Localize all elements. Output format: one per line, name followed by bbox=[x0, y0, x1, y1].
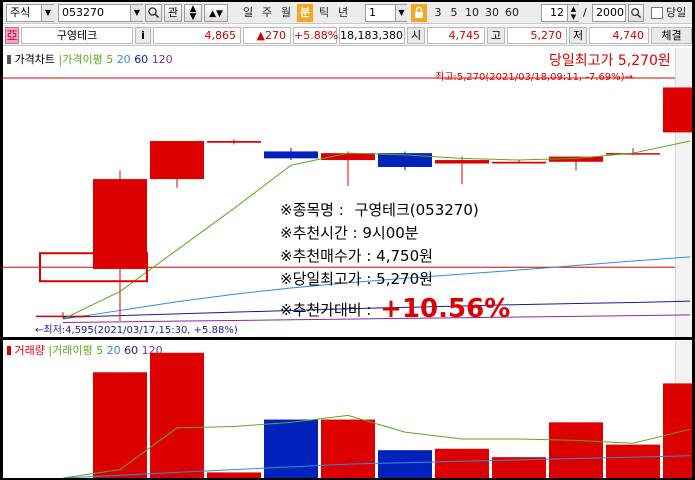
rec-day-high: ※당일최고가 : 5,270원 bbox=[280, 268, 433, 289]
volume-bar bbox=[321, 419, 375, 478]
low-label: 저 bbox=[569, 27, 587, 44]
slash-separator: / bbox=[583, 6, 587, 19]
candle-body bbox=[36, 315, 90, 318]
rec-ratio-value: +10.56% bbox=[380, 294, 511, 324]
chevron-down-icon[interactable]: ▼ bbox=[130, 5, 143, 21]
today-checkbox-label: 당일 bbox=[666, 6, 687, 19]
watchlist-button[interactable]: 관 bbox=[164, 4, 182, 22]
rec-buy-price: ※추천매수가 : 4,750원 bbox=[280, 245, 433, 266]
quick-interval-60[interactable]: 60 bbox=[503, 4, 521, 22]
high-label: 고 bbox=[487, 27, 505, 44]
trade-button[interactable]: 체결 bbox=[651, 27, 692, 44]
quote-bar: 亞 구영테크 i 4,865 ▲270 +5.88% 18,183,380 시 … bbox=[3, 25, 692, 46]
search-button[interactable] bbox=[628, 4, 644, 22]
current-price: 4,865 bbox=[153, 27, 241, 44]
magnifier-icon bbox=[631, 8, 642, 19]
updown-spinner[interactable]: ▲ ▼ bbox=[184, 4, 202, 22]
volume-value: 18,183,380 bbox=[339, 27, 405, 44]
rec-time: ※추천시간 : 9시00분 bbox=[280, 222, 419, 243]
stepper-arrows-icon[interactable]: ▲ ▼ bbox=[567, 5, 579, 21]
info-button[interactable]: i bbox=[135, 27, 151, 44]
candle-body bbox=[150, 141, 204, 180]
rec-stock-name-label: ※종목명 : bbox=[280, 201, 344, 219]
rec-buy-label: ※추천매수가 : bbox=[280, 247, 372, 265]
volume-bar bbox=[207, 472, 261, 478]
candle-body bbox=[492, 161, 546, 164]
volume-bar bbox=[663, 383, 692, 478]
period-year[interactable]: 년 bbox=[335, 4, 351, 22]
market-select-value: 주식 bbox=[10, 6, 31, 19]
period-day[interactable]: 일 bbox=[240, 4, 256, 22]
rec-high-value: 5,270원 bbox=[376, 270, 433, 288]
volume-bar bbox=[549, 422, 603, 478]
chart-window: 주식 ▼ 053270 ▼ 관 ▲ ▼ ▲▼ 일 주 월 분 틱 년 1 ▼ 3… bbox=[3, 2, 692, 478]
candle-body bbox=[93, 179, 147, 269]
candle-body bbox=[264, 151, 318, 159]
chevron-down-icon[interactable]: ▼ bbox=[395, 5, 407, 21]
stock-name-field[interactable]: 구영테크 bbox=[21, 27, 133, 44]
candle-body bbox=[435, 160, 489, 164]
open-value: 4,745 bbox=[427, 27, 485, 44]
chart-toolbar: 주식 ▼ 053270 ▼ 관 ▲ ▼ ▲▼ 일 주 월 분 틱 년 1 ▼ 3… bbox=[3, 2, 692, 24]
rec-stock-name-value: 구영테크(053270) bbox=[354, 201, 479, 219]
volume-bar bbox=[606, 444, 660, 478]
chevron-down-icon[interactable]: ▼ bbox=[41, 5, 54, 21]
bars-input[interactable]: 2000 bbox=[592, 4, 626, 22]
rec-high-label: ※당일최고가 : bbox=[280, 270, 372, 288]
rec-stock-name: ※종목명 : 구영테크(053270) bbox=[280, 199, 479, 220]
bars-input-value: 2000 bbox=[596, 6, 624, 19]
rec-ratio: ※추천가대비 : +10.56% bbox=[280, 294, 510, 325]
stock-group-icon[interactable]: 亞 bbox=[5, 27, 19, 44]
rec-time-value: 9시00분 bbox=[362, 224, 419, 242]
low-annotation: ←최저:4,595(2021/03/17,15:30, +5.88%) bbox=[35, 325, 238, 336]
count-stepper-value: 12 bbox=[550, 6, 564, 19]
interval-select-value: 1 bbox=[369, 6, 376, 19]
chevron-down-icon[interactable]: ▲▼ bbox=[204, 4, 228, 22]
rec-buy-value: 4,750원 bbox=[376, 247, 433, 265]
rec-ratio-label: ※추천가대비 : bbox=[280, 301, 372, 319]
search-button[interactable] bbox=[145, 4, 162, 22]
candle-body bbox=[207, 141, 261, 143]
lock-icon[interactable] bbox=[411, 4, 427, 22]
change-percent: +5.88% bbox=[293, 27, 339, 44]
code-input-value: 053270 bbox=[62, 6, 104, 19]
period-tick[interactable]: 틱 bbox=[316, 4, 332, 22]
chart-area: 가격차트 |가격이평 5 20 60 120 당일최고가 5,270원 최고:5… bbox=[3, 48, 692, 478]
volume-bar bbox=[264, 419, 318, 478]
volume-chart bbox=[62, 352, 692, 478]
quick-interval-3[interactable]: 3 bbox=[431, 4, 445, 22]
open-label: 시 bbox=[407, 27, 425, 44]
volume-bar bbox=[93, 372, 147, 478]
quick-interval-5[interactable]: 5 bbox=[447, 4, 461, 22]
low-value: 4,740 bbox=[589, 27, 649, 44]
quick-interval-10[interactable]: 10 bbox=[463, 4, 481, 22]
period-month[interactable]: 월 bbox=[278, 4, 294, 22]
quick-interval-30[interactable]: 30 bbox=[483, 4, 501, 22]
volume-bar bbox=[435, 448, 489, 478]
period-week[interactable]: 주 bbox=[259, 4, 275, 22]
volume-bar bbox=[150, 352, 204, 478]
high-value: 5,270 bbox=[507, 27, 567, 44]
candle-body bbox=[663, 87, 692, 133]
period-minute[interactable]: 분 bbox=[297, 4, 313, 22]
rec-time-label: ※추천시간 : bbox=[280, 224, 358, 242]
today-checkbox[interactable] bbox=[651, 7, 663, 19]
volume-bar bbox=[378, 450, 432, 478]
price-change: ▲270 bbox=[243, 27, 291, 44]
magnifier-icon bbox=[148, 7, 160, 19]
